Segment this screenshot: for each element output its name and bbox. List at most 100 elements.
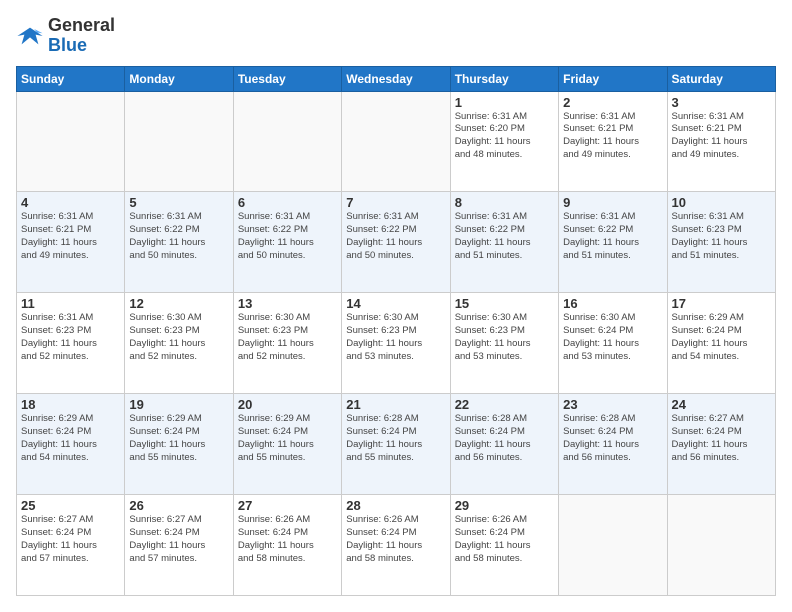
calendar-week-5: 25Sunrise: 6:27 AM Sunset: 6:24 PM Dayli… <box>17 495 776 596</box>
logo-bird-icon <box>16 22 44 50</box>
day-info: Sunrise: 6:28 AM Sunset: 6:24 PM Dayligh… <box>563 413 662 464</box>
day-info: Sunrise: 6:30 AM Sunset: 6:24 PM Dayligh… <box>563 312 662 363</box>
day-number: 28 <box>346 498 445 513</box>
calendar-cell: 28Sunrise: 6:26 AM Sunset: 6:24 PM Dayli… <box>342 495 450 596</box>
logo: General Blue <box>16 16 115 56</box>
calendar-cell <box>667 495 775 596</box>
calendar-cell <box>125 91 233 192</box>
calendar-cell: 8Sunrise: 6:31 AM Sunset: 6:22 PM Daylig… <box>450 192 558 293</box>
day-info: Sunrise: 6:28 AM Sunset: 6:24 PM Dayligh… <box>346 413 445 464</box>
calendar-cell: 20Sunrise: 6:29 AM Sunset: 6:24 PM Dayli… <box>233 394 341 495</box>
day-number: 27 <box>238 498 337 513</box>
day-number: 4 <box>21 195 120 210</box>
weekday-header-thursday: Thursday <box>450 66 558 91</box>
day-number: 24 <box>672 397 771 412</box>
day-info: Sunrise: 6:29 AM Sunset: 6:24 PM Dayligh… <box>238 413 337 464</box>
day-number: 7 <box>346 195 445 210</box>
day-info: Sunrise: 6:31 AM Sunset: 6:21 PM Dayligh… <box>21 211 120 262</box>
calendar-cell: 23Sunrise: 6:28 AM Sunset: 6:24 PM Dayli… <box>559 394 667 495</box>
day-info: Sunrise: 6:31 AM Sunset: 6:23 PM Dayligh… <box>672 211 771 262</box>
day-number: 22 <box>455 397 554 412</box>
calendar-cell: 2Sunrise: 6:31 AM Sunset: 6:21 PM Daylig… <box>559 91 667 192</box>
day-number: 9 <box>563 195 662 210</box>
calendar-cell: 1Sunrise: 6:31 AM Sunset: 6:20 PM Daylig… <box>450 91 558 192</box>
day-info: Sunrise: 6:31 AM Sunset: 6:23 PM Dayligh… <box>21 312 120 363</box>
day-info: Sunrise: 6:26 AM Sunset: 6:24 PM Dayligh… <box>455 514 554 565</box>
calendar-cell: 6Sunrise: 6:31 AM Sunset: 6:22 PM Daylig… <box>233 192 341 293</box>
calendar-week-2: 4Sunrise: 6:31 AM Sunset: 6:21 PM Daylig… <box>17 192 776 293</box>
day-number: 14 <box>346 296 445 311</box>
weekday-header-saturday: Saturday <box>667 66 775 91</box>
day-info: Sunrise: 6:27 AM Sunset: 6:24 PM Dayligh… <box>672 413 771 464</box>
calendar-cell: 7Sunrise: 6:31 AM Sunset: 6:22 PM Daylig… <box>342 192 450 293</box>
day-info: Sunrise: 6:29 AM Sunset: 6:24 PM Dayligh… <box>21 413 120 464</box>
calendar-cell: 29Sunrise: 6:26 AM Sunset: 6:24 PM Dayli… <box>450 495 558 596</box>
calendar-cell: 27Sunrise: 6:26 AM Sunset: 6:24 PM Dayli… <box>233 495 341 596</box>
day-info: Sunrise: 6:30 AM Sunset: 6:23 PM Dayligh… <box>238 312 337 363</box>
day-number: 17 <box>672 296 771 311</box>
day-info: Sunrise: 6:30 AM Sunset: 6:23 PM Dayligh… <box>129 312 228 363</box>
day-number: 11 <box>21 296 120 311</box>
day-info: Sunrise: 6:26 AM Sunset: 6:24 PM Dayligh… <box>346 514 445 565</box>
calendar-cell: 11Sunrise: 6:31 AM Sunset: 6:23 PM Dayli… <box>17 293 125 394</box>
calendar-cell: 17Sunrise: 6:29 AM Sunset: 6:24 PM Dayli… <box>667 293 775 394</box>
day-info: Sunrise: 6:31 AM Sunset: 6:20 PM Dayligh… <box>455 111 554 162</box>
day-number: 12 <box>129 296 228 311</box>
calendar-cell: 12Sunrise: 6:30 AM Sunset: 6:23 PM Dayli… <box>125 293 233 394</box>
day-info: Sunrise: 6:27 AM Sunset: 6:24 PM Dayligh… <box>21 514 120 565</box>
day-number: 1 <box>455 95 554 110</box>
header: General Blue <box>16 16 776 56</box>
weekday-header-sunday: Sunday <box>17 66 125 91</box>
day-number: 26 <box>129 498 228 513</box>
day-number: 29 <box>455 498 554 513</box>
calendar-cell: 9Sunrise: 6:31 AM Sunset: 6:22 PM Daylig… <box>559 192 667 293</box>
calendar-cell: 26Sunrise: 6:27 AM Sunset: 6:24 PM Dayli… <box>125 495 233 596</box>
weekday-header-row: SundayMondayTuesdayWednesdayThursdayFrid… <box>17 66 776 91</box>
calendar-cell: 14Sunrise: 6:30 AM Sunset: 6:23 PM Dayli… <box>342 293 450 394</box>
calendar-cell: 16Sunrise: 6:30 AM Sunset: 6:24 PM Dayli… <box>559 293 667 394</box>
calendar-cell: 21Sunrise: 6:28 AM Sunset: 6:24 PM Dayli… <box>342 394 450 495</box>
day-number: 18 <box>21 397 120 412</box>
calendar-cell <box>559 495 667 596</box>
calendar-cell <box>233 91 341 192</box>
weekday-header-friday: Friday <box>559 66 667 91</box>
day-number: 10 <box>672 195 771 210</box>
calendar-cell: 22Sunrise: 6:28 AM Sunset: 6:24 PM Dayli… <box>450 394 558 495</box>
calendar-cell: 10Sunrise: 6:31 AM Sunset: 6:23 PM Dayli… <box>667 192 775 293</box>
weekday-header-monday: Monday <box>125 66 233 91</box>
day-number: 8 <box>455 195 554 210</box>
day-number: 15 <box>455 296 554 311</box>
weekday-header-tuesday: Tuesday <box>233 66 341 91</box>
day-info: Sunrise: 6:26 AM Sunset: 6:24 PM Dayligh… <box>238 514 337 565</box>
day-info: Sunrise: 6:27 AM Sunset: 6:24 PM Dayligh… <box>129 514 228 565</box>
logo-text: General Blue <box>48 16 115 56</box>
day-number: 13 <box>238 296 337 311</box>
calendar-cell: 3Sunrise: 6:31 AM Sunset: 6:21 PM Daylig… <box>667 91 775 192</box>
day-info: Sunrise: 6:29 AM Sunset: 6:24 PM Dayligh… <box>129 413 228 464</box>
calendar-week-4: 18Sunrise: 6:29 AM Sunset: 6:24 PM Dayli… <box>17 394 776 495</box>
day-number: 23 <box>563 397 662 412</box>
calendar-body: 1Sunrise: 6:31 AM Sunset: 6:20 PM Daylig… <box>17 91 776 595</box>
day-number: 6 <box>238 195 337 210</box>
calendar-week-1: 1Sunrise: 6:31 AM Sunset: 6:20 PM Daylig… <box>17 91 776 192</box>
calendar-cell: 24Sunrise: 6:27 AM Sunset: 6:24 PM Dayli… <box>667 394 775 495</box>
calendar-week-3: 11Sunrise: 6:31 AM Sunset: 6:23 PM Dayli… <box>17 293 776 394</box>
page: General Blue SundayMondayTuesdayWednesda… <box>0 0 792 612</box>
day-info: Sunrise: 6:29 AM Sunset: 6:24 PM Dayligh… <box>672 312 771 363</box>
day-info: Sunrise: 6:31 AM Sunset: 6:21 PM Dayligh… <box>672 111 771 162</box>
calendar-cell: 5Sunrise: 6:31 AM Sunset: 6:22 PM Daylig… <box>125 192 233 293</box>
day-info: Sunrise: 6:31 AM Sunset: 6:22 PM Dayligh… <box>455 211 554 262</box>
day-number: 2 <box>563 95 662 110</box>
calendar-cell: 4Sunrise: 6:31 AM Sunset: 6:21 PM Daylig… <box>17 192 125 293</box>
day-info: Sunrise: 6:30 AM Sunset: 6:23 PM Dayligh… <box>346 312 445 363</box>
day-number: 19 <box>129 397 228 412</box>
day-info: Sunrise: 6:31 AM Sunset: 6:22 PM Dayligh… <box>346 211 445 262</box>
calendar-cell: 25Sunrise: 6:27 AM Sunset: 6:24 PM Dayli… <box>17 495 125 596</box>
day-number: 3 <box>672 95 771 110</box>
calendar-cell: 18Sunrise: 6:29 AM Sunset: 6:24 PM Dayli… <box>17 394 125 495</box>
calendar-cell: 19Sunrise: 6:29 AM Sunset: 6:24 PM Dayli… <box>125 394 233 495</box>
day-info: Sunrise: 6:31 AM Sunset: 6:22 PM Dayligh… <box>563 211 662 262</box>
day-info: Sunrise: 6:31 AM Sunset: 6:22 PM Dayligh… <box>238 211 337 262</box>
calendar-cell: 15Sunrise: 6:30 AM Sunset: 6:23 PM Dayli… <box>450 293 558 394</box>
weekday-header-wednesday: Wednesday <box>342 66 450 91</box>
